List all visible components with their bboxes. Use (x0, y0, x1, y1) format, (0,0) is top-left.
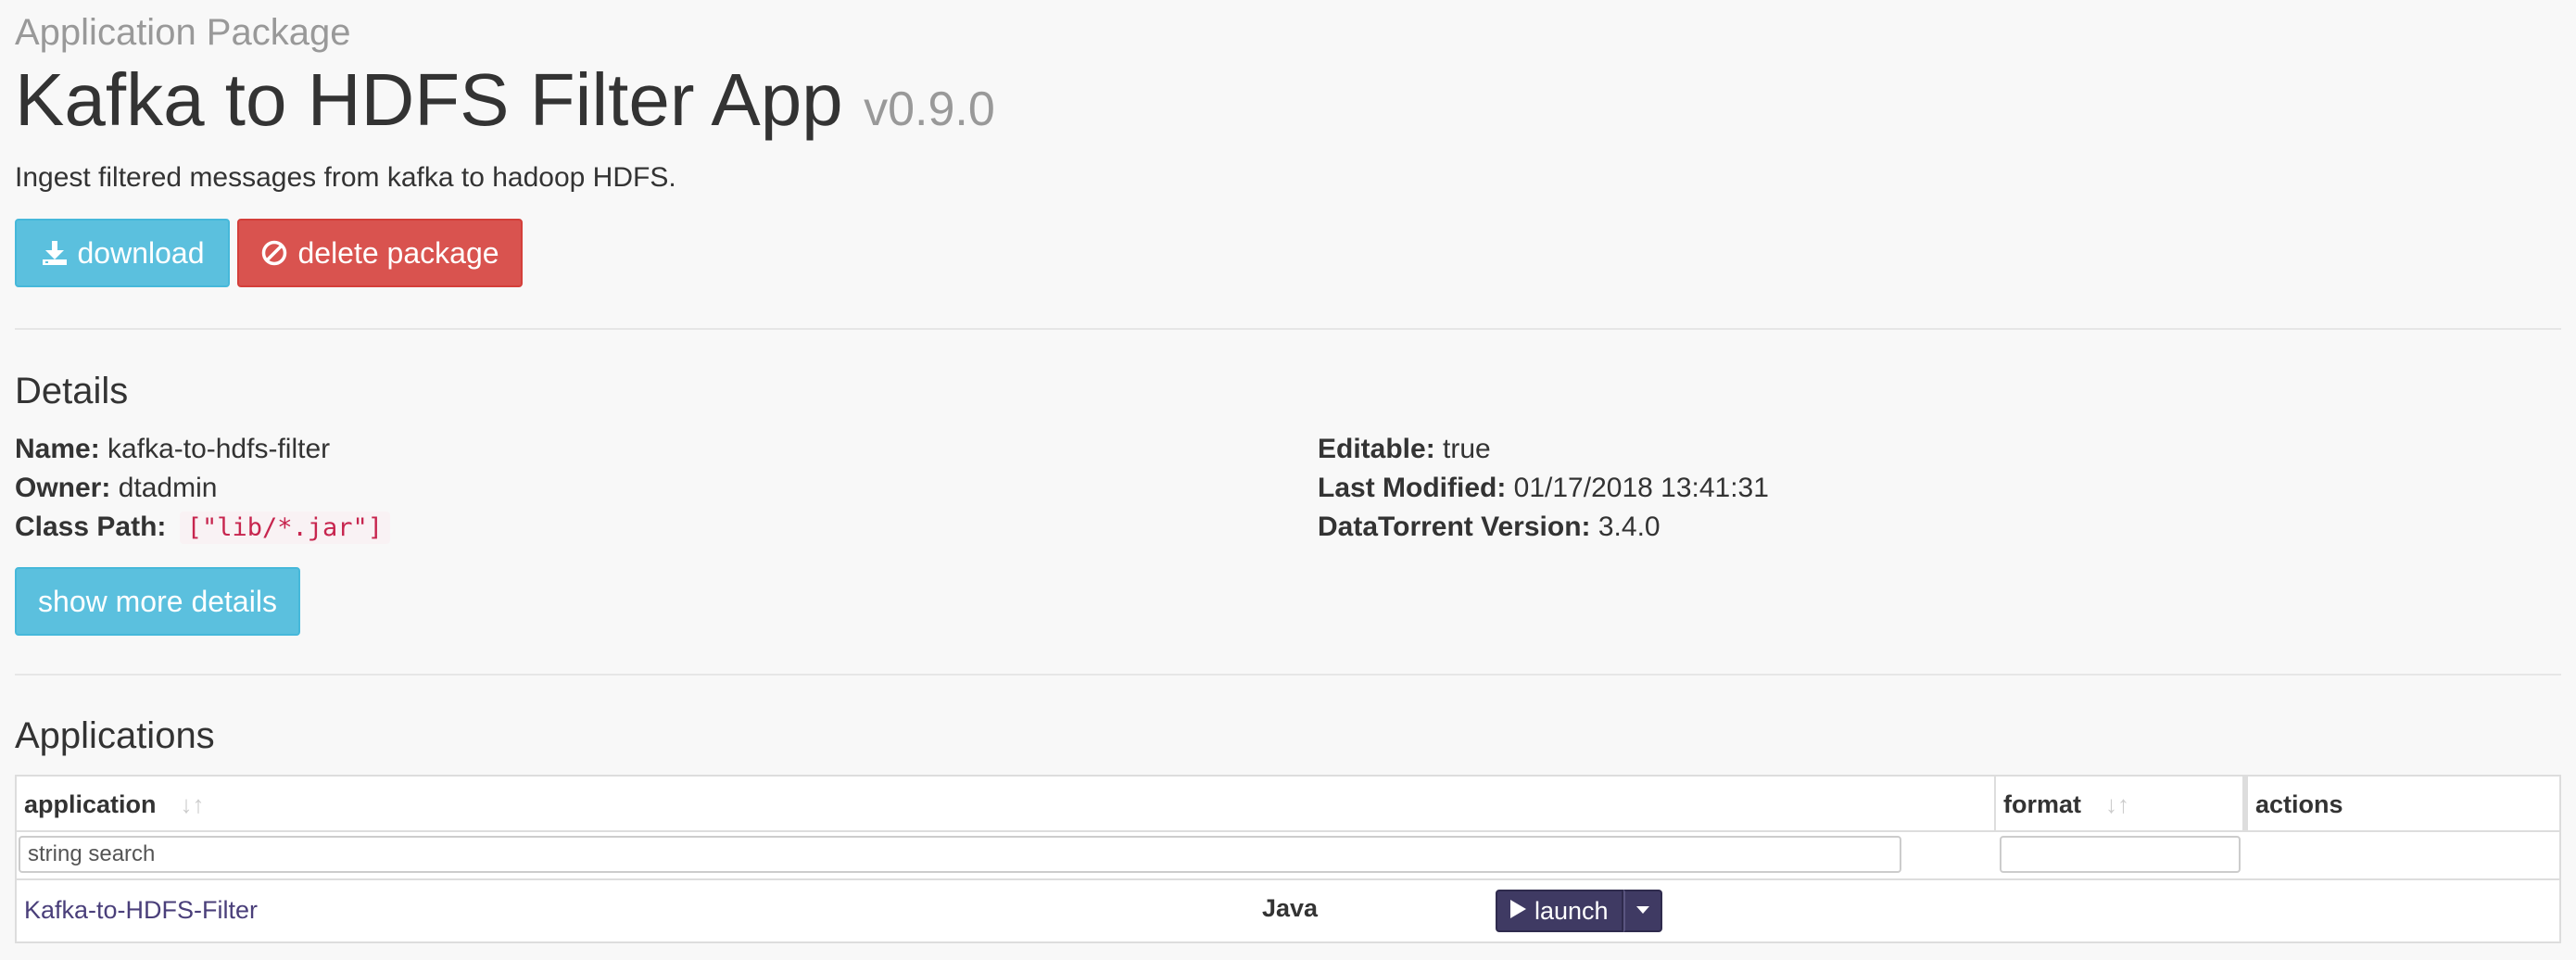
delete-button-label: delete package (297, 235, 499, 270)
format-filter-input[interactable] (2000, 836, 2241, 873)
column-header-application[interactable]: application ↓↑ (17, 777, 1992, 832)
detail-editable-label: Editable: (1318, 434, 1435, 464)
detail-dt-version-value: 3.4.0 (1597, 512, 1661, 542)
divider (15, 328, 2561, 330)
detail-last-modified: Last Modified: 01/17/2018 13:41:31 (1318, 470, 1769, 507)
detail-dt-version-label: DataTorrent Version: (1318, 512, 1591, 542)
download-button-label: download (77, 235, 205, 270)
title-row: Kafka to HDFS Filter App v0.9.0 (15, 54, 995, 168)
application-search-input[interactable] (19, 836, 1901, 873)
column-header-actions-label: actions (2255, 789, 2343, 818)
detail-editable: Editable: true (1318, 431, 1491, 468)
ban-icon (260, 239, 288, 267)
detail-last-modified-value: 01/17/2018 13:41:31 (1513, 473, 1769, 503)
filter-row-divider (17, 878, 2559, 880)
detail-name-label: Name: (15, 434, 100, 464)
page-title: Kafka to HDFS Filter App (15, 58, 843, 141)
detail-owner: Owner: dtadmin (15, 470, 217, 507)
detail-classpath: Class Path: ["lib/*.jar"] (15, 509, 391, 547)
detail-name: Name: kafka-to-hdfs-filter (15, 431, 330, 468)
sort-icon: ↓↑ (2105, 789, 2130, 818)
delete-package-button[interactable]: delete package (237, 219, 523, 287)
version-label: v0.9.0 (864, 82, 995, 136)
download-icon (41, 239, 69, 267)
detail-owner-label: Owner: (15, 473, 111, 503)
launch-options-toggle[interactable] (1623, 890, 1662, 932)
launch-button[interactable]: launch (1496, 890, 1623, 932)
divider (15, 674, 2561, 676)
package-description: Ingest filtered messages from kafka to h… (15, 162, 676, 193)
sort-icon: ↓↑ (180, 789, 205, 818)
details-heading: Details (15, 371, 129, 411)
header-row-divider (17, 830, 2559, 832)
applications-heading: Applications (15, 715, 215, 756)
applications-table: application ↓↑ format ↓↑ actions Kafka-t… (15, 775, 2561, 943)
detail-classpath-value: ["lib/*.jar"] (179, 512, 391, 544)
column-header-application-label: application (24, 789, 157, 818)
detail-name-value: kafka-to-hdfs-filter (107, 434, 331, 464)
launch-button-group: launch (1496, 890, 1662, 932)
download-button[interactable]: download (15, 219, 230, 287)
column-header-format[interactable]: format ↓↑ (1996, 777, 2242, 832)
column-header-format-label: format (2003, 789, 2082, 818)
play-icon (1509, 897, 1527, 926)
detail-editable-value: true (1443, 434, 1491, 464)
launch-button-label: launch (1534, 896, 1609, 925)
page-subtitle: Application Package (15, 12, 351, 53)
show-more-details-button[interactable]: show more details (15, 567, 300, 636)
column-header-actions: actions (2248, 777, 2563, 832)
detail-owner-value: dtadmin (118, 473, 218, 503)
caret-down-icon (1635, 903, 1650, 919)
show-more-details-label: show more details (38, 584, 277, 618)
detail-last-modified-label: Last Modified: (1318, 473, 1507, 503)
detail-classpath-label: Class Path: (15, 512, 167, 542)
detail-dt-version: DataTorrent Version: 3.4.0 (1318, 509, 1661, 546)
format-cell: Java (1262, 894, 1319, 922)
application-link[interactable]: Kafka-to-HDFS-Filter (24, 893, 258, 927)
